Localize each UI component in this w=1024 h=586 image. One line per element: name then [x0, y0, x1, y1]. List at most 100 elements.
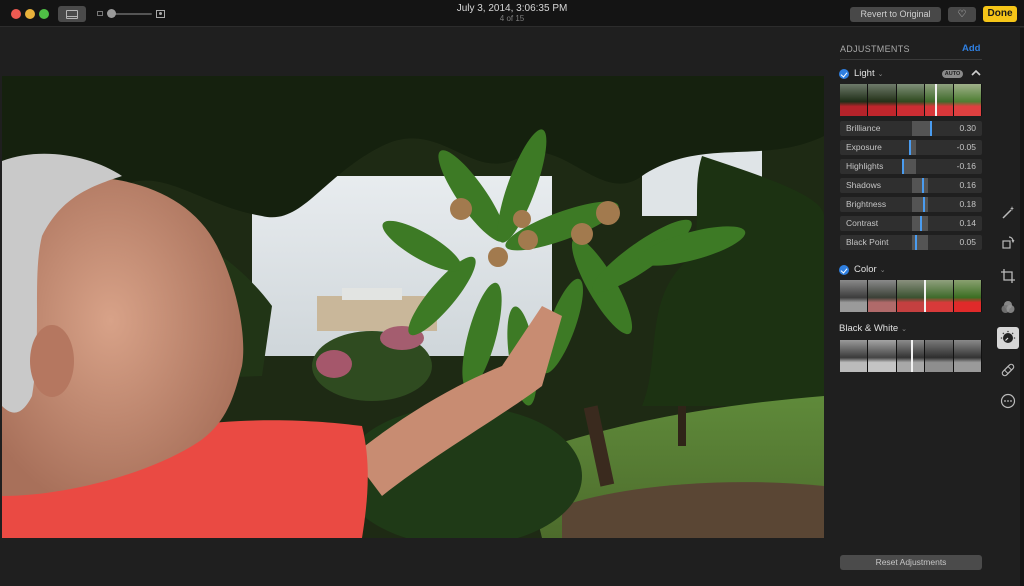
slider-knob[interactable] [922, 197, 925, 212]
strip-frame [868, 280, 897, 312]
slider-contrast[interactable]: Contrast 0.14 [840, 216, 982, 231]
slider-label: Contrast [846, 218, 879, 228]
slider-value: 0.16 [959, 180, 976, 190]
color-preview-strip[interactable] [840, 280, 982, 312]
light-section-label: Light [854, 68, 875, 79]
strip-position-marker[interactable] [923, 280, 926, 312]
single-photo-view-icon [66, 9, 78, 19]
slider-brightness[interactable]: Brightness 0.18 [840, 197, 982, 212]
zoom-slider-track[interactable] [110, 13, 152, 15]
reset-adjustments-button[interactable]: Reset Adjustments [840, 555, 982, 570]
strip-frame [840, 340, 869, 372]
slider-exposure[interactable]: Exposure -0.05 [840, 140, 982, 155]
strip-frame [953, 84, 982, 116]
slider-label: Exposure [846, 142, 882, 152]
slider-value: -0.05 [956, 142, 976, 152]
bw-section-header[interactable]: Black & White ⌄ [839, 323, 907, 334]
slider-fill [912, 121, 930, 136]
bw-preview-strip[interactable] [840, 340, 982, 372]
more-icon [1000, 393, 1016, 409]
slider-knob[interactable] [915, 235, 917, 250]
collapse-chevron-up-icon[interactable] [970, 68, 982, 78]
strip-frame [840, 280, 869, 312]
strip-frame [896, 84, 926, 116]
strip-frame [925, 340, 954, 372]
strip-frame [925, 280, 954, 312]
slider-fill [912, 197, 928, 212]
view-toggle-button[interactable] [58, 6, 86, 22]
color-section-header[interactable]: Color ⌄ [839, 264, 886, 275]
photo-large-icon [156, 10, 165, 18]
slider-value: 0.05 [959, 237, 976, 247]
done-button[interactable]: Done [983, 6, 1017, 22]
slider-knob[interactable] [930, 121, 932, 136]
divider [840, 59, 982, 60]
photo-date-title: July 3, 2014, 3:06:35 PM [456, 3, 568, 14]
strip-frame [953, 340, 982, 372]
rotate-tool-button[interactable] [997, 232, 1019, 254]
slider-knob[interactable] [902, 159, 905, 174]
chevron-down-icon: ⌄ [879, 266, 886, 274]
crop-tool-button[interactable] [997, 265, 1019, 287]
photo-index: 4 of 15 [499, 14, 525, 23]
strip-frame [868, 340, 897, 372]
magic-wand-icon [1002, 206, 1014, 219]
heart-icon: ♡ [957, 9, 967, 20]
slider-shadows[interactable]: Shadows 0.16 [840, 178, 982, 193]
fullscreen-window-button[interactable] [39, 9, 49, 19]
photo-canvas[interactable] [2, 76, 824, 538]
bw-section-label: Black & White [839, 323, 899, 334]
retouch-tool-button[interactable] [997, 359, 1019, 381]
strip-position-marker[interactable] [911, 340, 913, 372]
filters-icon [1001, 301, 1015, 313]
slider-label: Brilliance [846, 123, 881, 133]
photo-image [2, 76, 824, 538]
slider-label: Brightness [846, 199, 887, 209]
slider-label: Shadows [846, 180, 881, 190]
slider-knob[interactable] [921, 178, 924, 193]
enhance-tool-button[interactable] [997, 201, 1019, 223]
strip-frame [868, 84, 897, 116]
light-preview-strip[interactable] [840, 84, 982, 116]
slider-value: 0.14 [959, 218, 976, 228]
add-adjustment-button[interactable]: Add [962, 43, 980, 54]
bandage-icon [1001, 363, 1015, 377]
light-auto-button[interactable]: AUTO [942, 70, 963, 78]
photos-edit-window: July 3, 2014, 3:06:35 PM 4 of 15 Revert … [0, 0, 1024, 586]
title-block: July 3, 2014, 3:06:35 PM 4 of 15 [412, 3, 612, 24]
slider-fill [912, 178, 928, 193]
thumbnail-small-icon [97, 11, 103, 16]
zoom-slider-knob[interactable] [107, 9, 116, 18]
adjustments-panel: ADJUSTMENTS Add Light ⌄ AUTO Color ⌄ Bla… [832, 28, 990, 586]
favorite-button[interactable]: ♡ [948, 7, 976, 22]
adjust-dial-icon [1000, 330, 1016, 343]
strip-frame [925, 84, 954, 116]
slider-knob[interactable] [920, 216, 923, 231]
close-window-button[interactable] [11, 9, 21, 19]
chevron-down-icon: ⌄ [877, 70, 884, 78]
slider-brilliance[interactable]: Brilliance 0.30 [840, 121, 982, 136]
adjustments-heading: ADJUSTMENTS [840, 44, 910, 54]
light-section-header[interactable]: Light ⌄ [839, 68, 883, 79]
rotate-icon [1002, 236, 1015, 249]
color-enabled-checkbox[interactable] [839, 264, 849, 275]
crop-icon [1001, 269, 1015, 283]
window-edge [1020, 28, 1024, 586]
light-enabled-checkbox[interactable] [839, 68, 849, 79]
revert-to-original-button[interactable]: Revert to Original [850, 7, 941, 22]
slider-value: 0.30 [959, 123, 976, 133]
adjust-tool-button[interactable] [997, 327, 1019, 349]
strip-frame [840, 84, 869, 116]
color-section-label: Color [854, 264, 877, 275]
slider-highlights[interactable]: Highlights -0.16 [840, 159, 982, 174]
filters-tool-button[interactable] [997, 296, 1019, 318]
slider-black-point[interactable]: Black Point 0.05 [840, 235, 982, 250]
slider-fill [902, 159, 916, 174]
extensions-button[interactable] [997, 390, 1019, 412]
strip-position-marker[interactable] [935, 84, 938, 116]
slider-label: Black Point [846, 237, 889, 247]
slider-knob[interactable] [909, 140, 911, 155]
strip-frame [896, 280, 926, 312]
toolbar: July 3, 2014, 3:06:35 PM 4 of 15 Revert … [0, 0, 1024, 27]
minimize-window-button[interactable] [25, 9, 35, 19]
